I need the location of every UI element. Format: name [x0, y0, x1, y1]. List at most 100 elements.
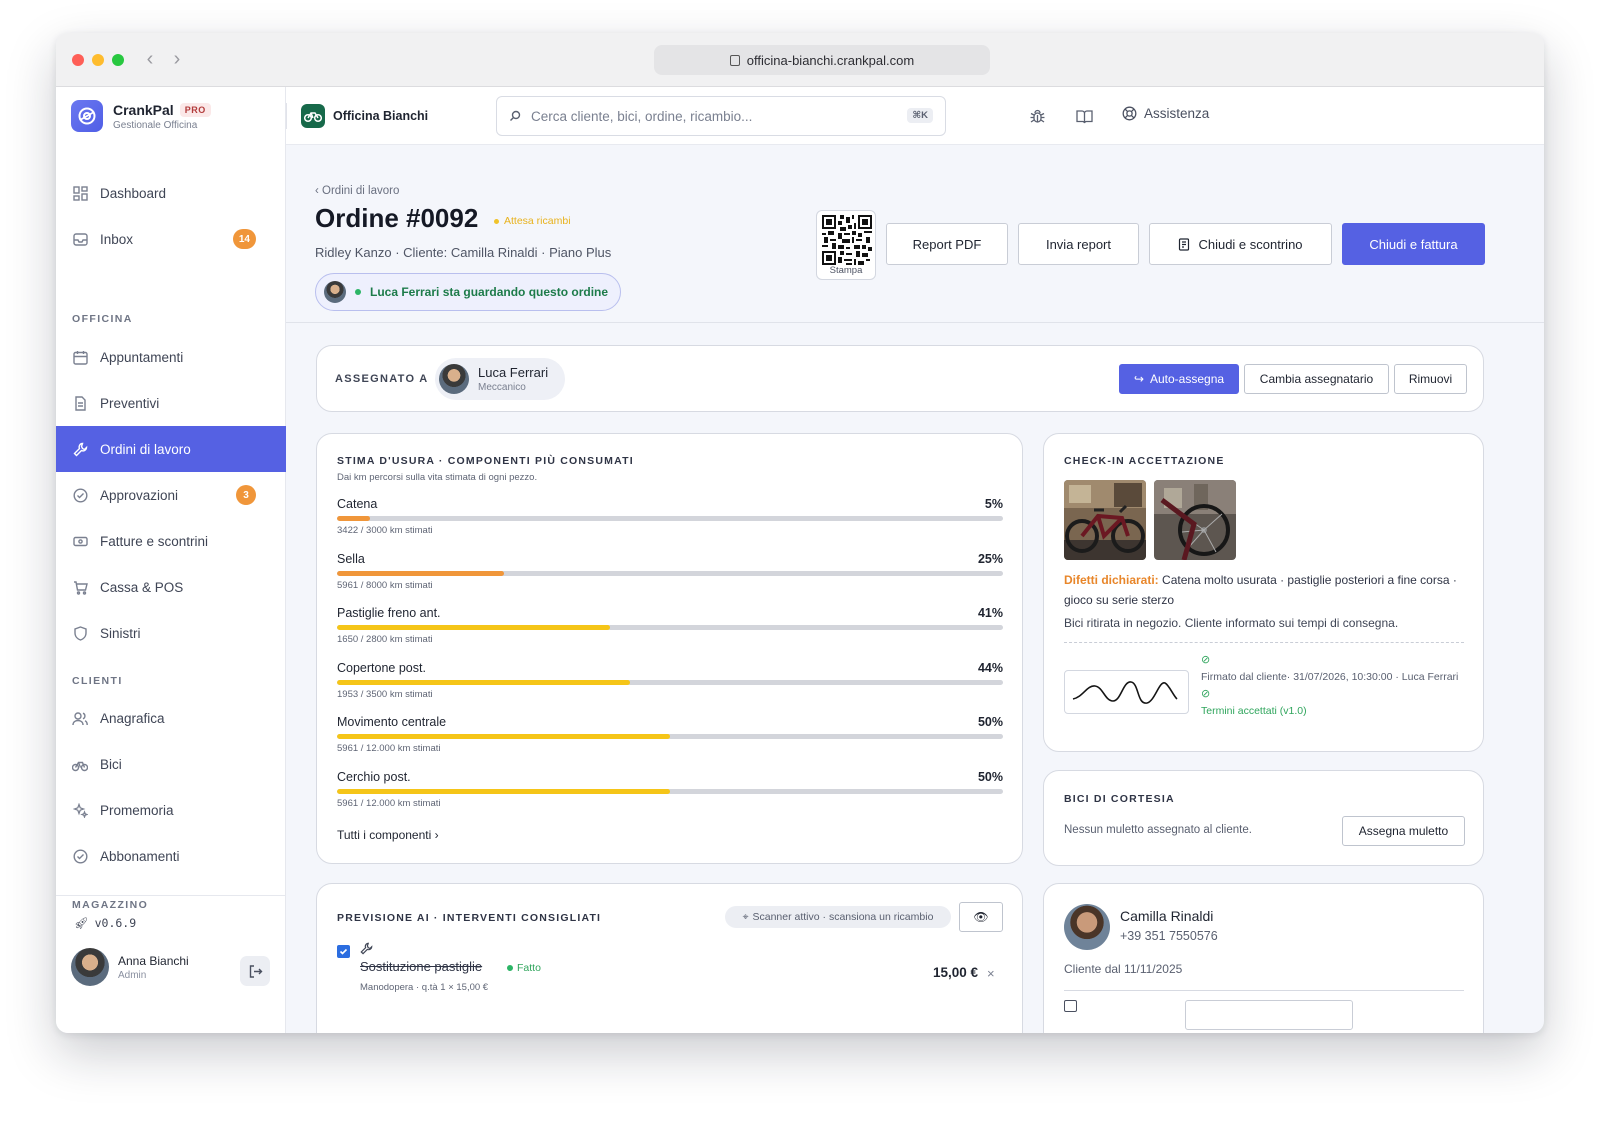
service-item-name: Sostituzione pastiglie — [360, 959, 483, 974]
all-components-link[interactable]: Tutti i componenti › — [337, 828, 439, 842]
wear-progress-fill — [337, 679, 631, 685]
bug-icon — [1030, 109, 1044, 123]
sidebar-item-approvazioni[interactable]: Approvazioni 3 — [56, 472, 286, 518]
sidebar-item-ordini-di-lavoro[interactable]: Ordini di lavoro — [56, 426, 286, 472]
shop-bike-logo-icon — [301, 104, 325, 128]
browser-window: ‹ › officina-bianchi.crankpal.com CrankP… — [56, 33, 1544, 1033]
shop-switcher[interactable]: Officina Bianchi — [301, 104, 428, 128]
remove-item-button[interactable]: × — [987, 966, 995, 981]
sidebar-item-label: Bici — [100, 756, 122, 772]
remove-assignee-button[interactable]: Rimuovi — [1394, 364, 1467, 394]
calendar-icon — [1064, 1000, 1077, 1012]
sidebar-item-cassa-pos[interactable]: Cassa & POS — [56, 564, 286, 610]
app-version: 🚀︎ v0.6.9 — [74, 916, 136, 930]
current-user[interactable]: Anna Bianchi Admin — [71, 948, 189, 986]
qr-code-icon — [822, 215, 872, 265]
avatar — [324, 281, 346, 303]
report-pdf-button[interactable]: Report PDF — [886, 223, 1008, 265]
button-label: Report PDF — [912, 236, 982, 252]
customer-card: Camilla Rinaldi +39 351 7550576 Cliente … — [1043, 883, 1484, 1033]
dashboard-icon — [72, 185, 88, 201]
sidebar-item-sinistri[interactable]: Sinistri — [56, 610, 286, 656]
wear-progress-fill — [337, 734, 670, 739]
sidebar-item-appuntamenti[interactable]: Appuntamenti — [56, 334, 286, 380]
sparkle-icon — [72, 802, 88, 818]
km-estimate: 1650 / 2800 km stimati — [337, 634, 433, 645]
breadcrumb[interactable]: ‹ Ordini di lavoro — [315, 185, 399, 197]
customer-name[interactable]: Camilla Rinaldi — [1120, 908, 1213, 924]
brand[interactable]: CrankPal PRO Gestionale Officina — [71, 100, 211, 132]
sidebar-item-preventivi[interactable]: Preventivi — [56, 380, 286, 426]
change-assignee-button[interactable]: Cambia assegnatario — [1244, 364, 1389, 394]
divider — [1064, 990, 1464, 991]
document-icon — [72, 395, 88, 411]
forward-arrow-icon[interactable]: › — [169, 47, 185, 71]
inbox-icon — [72, 231, 88, 247]
checkin-note: Bici ritirata in negozio. Cliente inform… — [1064, 616, 1399, 630]
sidebar-item-bici[interactable]: Bici — [56, 741, 286, 787]
sidebar-item-fatture[interactable]: Fatture e scontrini — [56, 518, 286, 564]
customer-phone[interactable]: +39 351 7550576 — [1120, 929, 1218, 943]
wear-progress-track — [337, 788, 1003, 794]
wear-progress-track — [337, 734, 1003, 739]
docs-button[interactable] — [1074, 106, 1094, 126]
km-estimate: 3422 / 3000 km stimati — [337, 525, 433, 536]
assign-courtesy-bike-button[interactable]: Assegna muletto — [1342, 816, 1465, 846]
shop-name: Officina Bianchi — [333, 109, 429, 123]
wear-progress-fill — [337, 625, 611, 630]
customer-since: Cliente dal 11/11/2025 — [1064, 962, 1183, 976]
address-bar[interactable]: officina-bianchi.crankpal.com — [654, 45, 990, 75]
order-subtitle: Ridley Kanzo · Cliente: Camilla Rinaldi … — [315, 245, 612, 260]
defects-label: Difetti dichiarati: — [1064, 573, 1159, 587]
logout-button[interactable] — [240, 956, 270, 986]
service-item-price: 15,00 € — [933, 965, 979, 980]
checkin-card: CHECK-IN ACCETTAZIONE Difetti dichiarati… — [1043, 433, 1484, 752]
wear-progress-track — [337, 679, 1003, 685]
checkin-photo[interactable] — [1064, 480, 1146, 560]
help-button[interactable]: Assistenza — [1122, 106, 1209, 121]
sidebar-item-inbox[interactable]: Inbox 14 — [56, 216, 286, 262]
close-receipt-button[interactable]: Chiudi e scontrino — [1149, 223, 1332, 265]
sidebar-item-label: Approvazioni — [100, 487, 179, 503]
sidebar-item-dashboard[interactable]: Dashboard — [56, 170, 286, 216]
date-input[interactable] — [1185, 1000, 1353, 1030]
km-estimate: 1953 / 3500 km stimati — [337, 688, 433, 700]
button-label: Chiudi e scontrino — [1198, 236, 1303, 252]
sidebar-item-promemoria[interactable]: Promemoria — [56, 787, 286, 833]
send-report-button[interactable]: Invia report — [1018, 223, 1139, 265]
sidebar-item-anagrafica[interactable]: Anagrafica — [56, 695, 286, 741]
close-invoice-button[interactable]: Chiudi e fattura — [1342, 223, 1485, 265]
sidebar-item-abbonamenti[interactable]: Abbonamenti — [56, 833, 286, 879]
card-title: BICI DI CORTESIA — [1064, 793, 1175, 805]
presence-indicator: Luca Ferrari sta guardando questo ordine — [315, 273, 622, 311]
wear-row: Pastiglie freno ant. 41% 1650 / 2800 km st… — [337, 606, 1003, 646]
wear-percent: 44% — [977, 660, 1003, 675]
component-name: Movimento centrale — [337, 715, 447, 729]
maximize-window-button[interactable] — [112, 54, 124, 66]
wear-row: Cerchio post. 50% 5961 / 12.000 km stimati — [337, 770, 1003, 810]
check-icon — [339, 948, 348, 955]
bug-report-button[interactable] — [1027, 106, 1047, 126]
preview-toggle-button[interactable]: 👁︎ — [959, 902, 1003, 932]
topbar: Officina Bianchi Cerca cliente, bici, or… — [286, 87, 1544, 145]
wrench-icon — [72, 441, 88, 457]
wear-percent: 25% — [977, 551, 1003, 566]
button-label: Cambia assegnatario — [1259, 372, 1374, 386]
declared-defects: Difetti dichiarati: Catena molto usurata… — [1064, 570, 1464, 610]
status-text: Attesa ricambi — [504, 215, 571, 227]
checkin-photo[interactable] — [1154, 480, 1236, 560]
global-search-input[interactable]: Cerca cliente, bici, ordine, ricambio...… — [496, 96, 946, 136]
check-circle-icon — [72, 487, 88, 503]
minimize-window-button[interactable] — [92, 54, 104, 66]
item-done-checkbox[interactable] — [337, 945, 350, 958]
cart-icon — [72, 579, 88, 595]
close-window-button[interactable] — [72, 54, 84, 66]
back-arrow-icon[interactable]: ‹ — [142, 47, 158, 71]
component-name: Cerchio post. — [337, 769, 411, 784]
assignee-chip[interactable]: Luca Ferrari Meccanico — [435, 358, 565, 400]
auto-assign-button[interactable]: ↪ Auto-assegna — [1119, 364, 1239, 394]
sidebar-item-label: Abbonamenti — [100, 848, 180, 864]
brand-subtitle: Gestionale Officina — [113, 119, 198, 131]
print-qr-button[interactable]: Stampa — [816, 210, 876, 280]
card-title: CHECK-IN ACCETTAZIONE — [1064, 455, 1225, 467]
